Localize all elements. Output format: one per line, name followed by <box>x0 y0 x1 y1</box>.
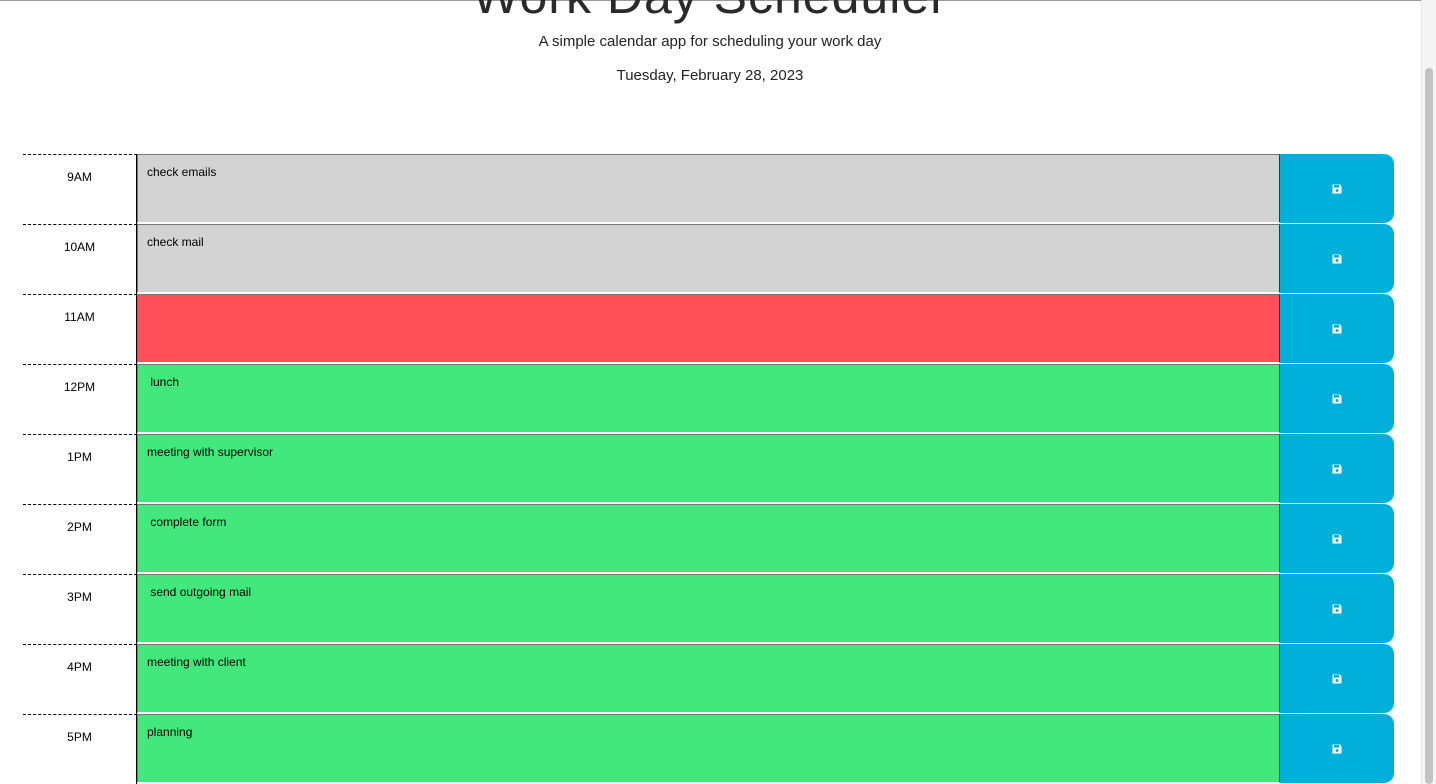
floppy-disk-icon <box>1332 604 1342 613</box>
save-button[interactable] <box>1280 294 1394 363</box>
scrollbar-thumb[interactable] <box>1425 68 1433 784</box>
save-button[interactable] <box>1280 224 1394 293</box>
time-block-3pm: 3PM send outgoing mail <box>23 574 1394 644</box>
hour-label: 9AM <box>23 154 137 224</box>
schedule-container: 9AM check emails 10AM check mail 11AM 12… <box>23 154 1394 784</box>
time-block-5pm: 5PM planning <box>23 714 1394 784</box>
save-button[interactable] <box>1280 434 1394 503</box>
vertical-scrollbar[interactable] <box>1421 0 1436 784</box>
time-block-2pm: 2PM complete form <box>23 504 1394 574</box>
save-button[interactable] <box>1280 364 1394 433</box>
hour-label: 11AM <box>23 294 137 364</box>
hour-label: 4PM <box>23 644 137 714</box>
save-button[interactable] <box>1280 714 1394 783</box>
floppy-disk-icon <box>1332 464 1342 473</box>
floppy-disk-icon <box>1332 674 1342 683</box>
time-block-9am: 9AM check emails <box>23 154 1394 224</box>
event-description-input[interactable] <box>137 294 1280 363</box>
app-subtitle: A simple calendar app for scheduling you… <box>538 33 882 50</box>
hour-label: 1PM <box>23 434 137 504</box>
event-description-input[interactable]: send outgoing mail <box>137 574 1280 643</box>
hour-label: 3PM <box>23 574 137 644</box>
app-viewport: Work Day Scheduler A simple calendar app… <box>0 0 1436 784</box>
floppy-disk-icon <box>1332 324 1342 333</box>
save-button[interactable] <box>1280 154 1394 223</box>
floppy-disk-icon <box>1332 394 1342 403</box>
floppy-disk-icon <box>1332 184 1342 193</box>
event-description-input[interactable]: check mail <box>137 224 1280 293</box>
time-block-12pm: 12PM lunch <box>23 364 1394 434</box>
save-button[interactable] <box>1280 644 1394 713</box>
current-date: Tuesday, February 28, 2023 <box>616 67 804 84</box>
hour-label: 12PM <box>23 364 137 434</box>
event-description-input[interactable]: planning <box>137 714 1280 783</box>
time-block-1pm: 1PM meeting with supervisor <box>23 434 1394 504</box>
event-description-input[interactable]: meeting with supervisor <box>137 434 1280 503</box>
hour-label: 5PM <box>23 714 137 784</box>
time-block-11am: 11AM <box>23 294 1394 364</box>
floppy-disk-icon <box>1332 254 1342 263</box>
hour-label: 10AM <box>23 224 137 294</box>
floppy-disk-icon <box>1332 744 1342 753</box>
floppy-disk-icon <box>1332 534 1342 543</box>
event-description-input[interactable]: meeting with client <box>137 644 1280 713</box>
time-block-4pm: 4PM meeting with client <box>23 644 1394 714</box>
event-description-input[interactable]: complete form <box>137 504 1280 573</box>
time-block-10am: 10AM check mail <box>23 224 1394 294</box>
app-title: Work Day Scheduler <box>0 0 1420 26</box>
save-button[interactable] <box>1280 504 1394 573</box>
save-button[interactable] <box>1280 574 1394 643</box>
event-description-input[interactable]: lunch <box>137 364 1280 433</box>
hour-label: 2PM <box>23 504 137 574</box>
event-description-input[interactable]: check emails <box>137 154 1280 223</box>
